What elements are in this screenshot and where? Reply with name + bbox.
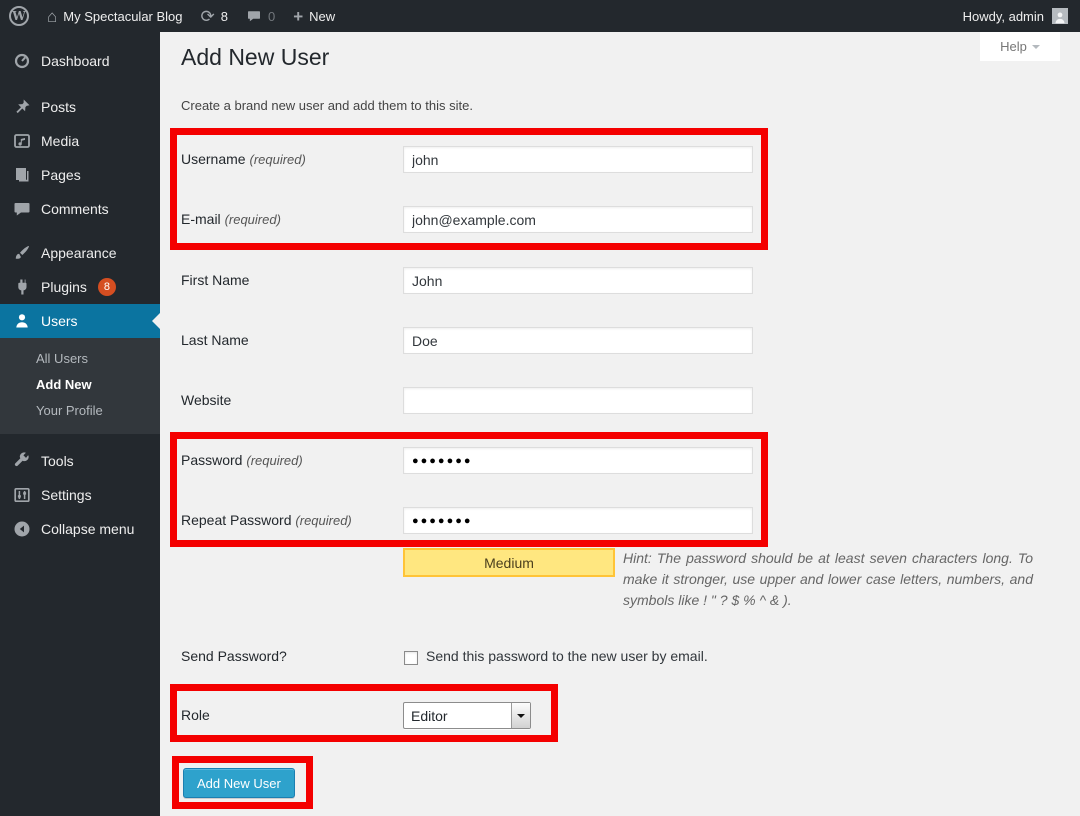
plus-icon: + xyxy=(293,8,303,25)
sidebar-item-users[interactable]: Users xyxy=(0,304,160,338)
sidebar-item-label: Plugins xyxy=(41,279,87,295)
sidebar-item-label: Comments xyxy=(41,201,109,217)
chevron-down-icon xyxy=(1032,45,1040,53)
new-content-button[interactable]: + New xyxy=(284,0,344,32)
sidebar-item-posts[interactable]: Posts xyxy=(0,90,160,124)
active-menu-arrow-icon xyxy=(144,313,160,329)
updates-icon: ⟳ xyxy=(201,8,215,25)
users-submenu: All Users Add New Your Profile xyxy=(0,338,160,434)
last-name-label: Last Name xyxy=(181,327,396,354)
add-new-user-button[interactable]: Add New User xyxy=(183,768,295,798)
sidebar-item-appearance[interactable]: Appearance xyxy=(0,236,160,270)
role-label: Role xyxy=(181,702,396,729)
sidebar-item-label: Dashboard xyxy=(41,53,110,69)
first-name-label: First Name xyxy=(181,267,396,294)
wrench-icon xyxy=(12,451,32,471)
howdy-text[interactable]: Howdy, admin xyxy=(963,9,1044,24)
page-title: Add New User xyxy=(181,43,329,72)
password-strength-section: Medium Hint: The password should be at l… xyxy=(403,548,1033,611)
sidebar-item-label: Appearance xyxy=(41,245,117,261)
pushpin-icon xyxy=(12,97,32,117)
password-input[interactable] xyxy=(403,447,753,474)
sidebar-item-add-new[interactable]: Add New xyxy=(0,372,160,398)
media-icon xyxy=(12,131,32,151)
comments-icon xyxy=(12,199,32,219)
password-strength-meter: Medium xyxy=(403,548,615,577)
send-password-checkbox-label: Send this password to the new user by em… xyxy=(426,643,708,670)
wordpress-menu[interactable]: W xyxy=(0,0,38,32)
settings-sliders-icon xyxy=(12,485,32,505)
new-label: New xyxy=(309,9,335,24)
sidebar-item-label: Users xyxy=(41,313,78,329)
main-content: Help Add New User Create a brand new use… xyxy=(160,32,1080,816)
sidebar-item-tools[interactable]: Tools xyxy=(0,444,160,478)
username-input[interactable] xyxy=(403,146,753,173)
role-select[interactable]: Editor xyxy=(403,702,531,729)
first-name-input[interactable] xyxy=(403,267,753,294)
website-label: Website xyxy=(181,387,396,414)
sidebar-item-label: Tools xyxy=(41,453,74,469)
plugins-update-badge: 8 xyxy=(98,278,116,296)
dashboard-icon xyxy=(12,51,32,71)
site-name: My Spectacular Blog xyxy=(63,9,182,24)
password-label: Password (required) xyxy=(181,447,396,474)
admin-sidebar: Dashboard Posts Media Pages Comments App… xyxy=(0,32,160,816)
updates-link[interactable]: ⟳ 8 xyxy=(192,0,237,32)
paintbrush-icon xyxy=(12,243,32,263)
user-avatar[interactable] xyxy=(1052,8,1068,24)
comment-bubble-icon xyxy=(246,8,262,24)
email-input[interactable] xyxy=(403,206,753,233)
collapse-arrow-icon xyxy=(12,519,32,539)
home-icon: ⌂ xyxy=(47,8,57,25)
page-subtitle: Create a brand new user and add them to … xyxy=(181,98,473,113)
email-label: E-mail (required) xyxy=(181,206,396,233)
help-button[interactable]: Help xyxy=(980,32,1060,61)
select-dropdown-button[interactable] xyxy=(511,703,530,728)
plugin-icon xyxy=(12,277,32,297)
role-selected-value: Editor xyxy=(404,708,511,724)
repeat-password-label: Repeat Password (required) xyxy=(181,507,396,534)
wordpress-logo-icon: W xyxy=(9,6,29,26)
sidebar-item-media[interactable]: Media xyxy=(0,124,160,158)
last-name-input[interactable] xyxy=(403,327,753,354)
sidebar-item-plugins[interactable]: Plugins 8 xyxy=(0,270,160,304)
website-input[interactable] xyxy=(403,387,753,414)
users-icon xyxy=(12,311,32,331)
sidebar-item-label: Settings xyxy=(41,487,92,503)
pages-icon xyxy=(12,165,32,185)
repeat-password-input[interactable] xyxy=(403,507,753,534)
sidebar-item-label: Media xyxy=(41,133,79,149)
sidebar-item-pages[interactable]: Pages xyxy=(0,158,160,192)
sidebar-item-collapse-menu[interactable]: Collapse menu xyxy=(0,512,160,546)
comments-link[interactable]: 0 xyxy=(237,0,284,32)
sidebar-item-label: Collapse menu xyxy=(41,521,134,537)
sidebar-item-comments[interactable]: Comments xyxy=(0,192,160,226)
sidebar-item-all-users[interactable]: All Users xyxy=(0,346,160,372)
help-label: Help xyxy=(1000,39,1027,54)
send-password-label: Send Password? xyxy=(181,643,396,670)
comment-count: 0 xyxy=(268,9,275,24)
sidebar-item-settings[interactable]: Settings xyxy=(0,478,160,512)
username-label: Username (required) xyxy=(181,146,396,173)
caret-down-icon xyxy=(517,714,525,722)
send-password-checkbox[interactable] xyxy=(404,651,418,665)
sidebar-item-label: Pages xyxy=(41,167,81,183)
sidebar-item-dashboard[interactable]: Dashboard xyxy=(0,44,160,78)
update-count: 8 xyxy=(221,9,228,24)
sidebar-item-label: Posts xyxy=(41,99,76,115)
site-name-link[interactable]: ⌂ My Spectacular Blog xyxy=(38,0,192,32)
admin-bar: W ⌂ My Spectacular Blog ⟳ 8 0 + New Howd… xyxy=(0,0,1080,32)
sidebar-item-your-profile[interactable]: Your Profile xyxy=(0,398,160,424)
